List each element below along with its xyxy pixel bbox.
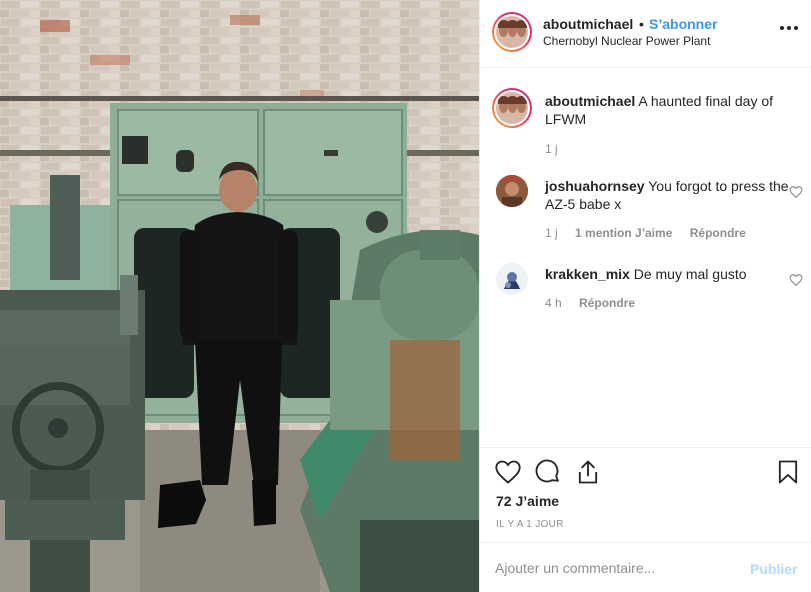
caption-avatar[interactable] xyxy=(492,88,532,128)
post-location[interactable]: Chernobyl Nuclear Power Plant xyxy=(543,34,710,48)
comment-input[interactable] xyxy=(495,556,735,580)
comment-time[interactable]: 1 j xyxy=(545,226,558,240)
comment-username[interactable]: krakken_mix xyxy=(545,266,630,282)
comment-username[interactable]: joshuahornsey xyxy=(545,178,645,194)
bookmark-icon[interactable] xyxy=(774,458,802,486)
comment-item: joshuahornsey You forgot to press the AZ… xyxy=(496,175,803,245)
caption-meta: 1 j xyxy=(545,142,572,156)
caption-item: aboutmichael A haunted final day of LFWM… xyxy=(492,88,796,168)
reply-button[interactable]: Répondre xyxy=(579,296,635,310)
comment-like-heart-icon[interactable] xyxy=(789,185,803,199)
comment-time[interactable]: 4 h xyxy=(545,296,562,310)
comment-body: De muy mal gusto xyxy=(633,266,747,282)
follow-button[interactable]: S’abonner xyxy=(649,16,717,32)
post-photo[interactable] xyxy=(0,0,479,592)
comment-avatar[interactable] xyxy=(496,175,528,207)
post-actions: 72 J’aime IL Y A 1 JOUR xyxy=(480,447,811,542)
comment-like-heart-icon[interactable] xyxy=(789,273,803,287)
comment-icon[interactable] xyxy=(534,458,562,486)
comment-item: krakken_mix De muy mal gusto 4 h Répondr… xyxy=(496,263,803,323)
comment-avatar[interactable] xyxy=(496,263,528,295)
add-comment-bar: Publier xyxy=(480,542,811,592)
caption-time[interactable]: 1 j xyxy=(545,142,558,156)
header-separator: • xyxy=(639,16,644,32)
share-icon[interactable] xyxy=(574,458,602,486)
comment-text: joshuahornsey You forgot to press the AZ… xyxy=(545,177,790,213)
heart-icon[interactable] xyxy=(494,458,522,486)
more-horizontal-icon[interactable] xyxy=(778,18,800,38)
likes-count[interactable]: 72 J’aime xyxy=(496,493,559,509)
post-side-panel: aboutmichael • S’abonner Chernobyl Nucle… xyxy=(479,0,811,592)
caption-text: aboutmichael A haunted final day of LFWM xyxy=(545,92,790,128)
author-avatar[interactable] xyxy=(492,12,532,52)
comment-meta: 1 j 1 mention J’aime Répondre xyxy=(545,226,760,240)
comment-text: krakken_mix De muy mal gusto xyxy=(545,265,790,283)
caption-username[interactable]: aboutmichael xyxy=(545,93,635,109)
comment-meta: 4 h Répondre xyxy=(545,296,649,310)
comments-list[interactable]: aboutmichael A haunted final day of LFWM… xyxy=(480,69,811,447)
author-username[interactable]: aboutmichael xyxy=(543,16,633,32)
comment-likes[interactable]: 1 mention J’aime xyxy=(575,226,672,240)
reply-button[interactable]: Répondre xyxy=(690,226,746,240)
post-timestamp: IL Y A 1 JOUR xyxy=(496,519,564,530)
publish-button[interactable]: Publier xyxy=(750,561,797,577)
post-header: aboutmichael • S’abonner Chernobyl Nucle… xyxy=(480,0,811,68)
